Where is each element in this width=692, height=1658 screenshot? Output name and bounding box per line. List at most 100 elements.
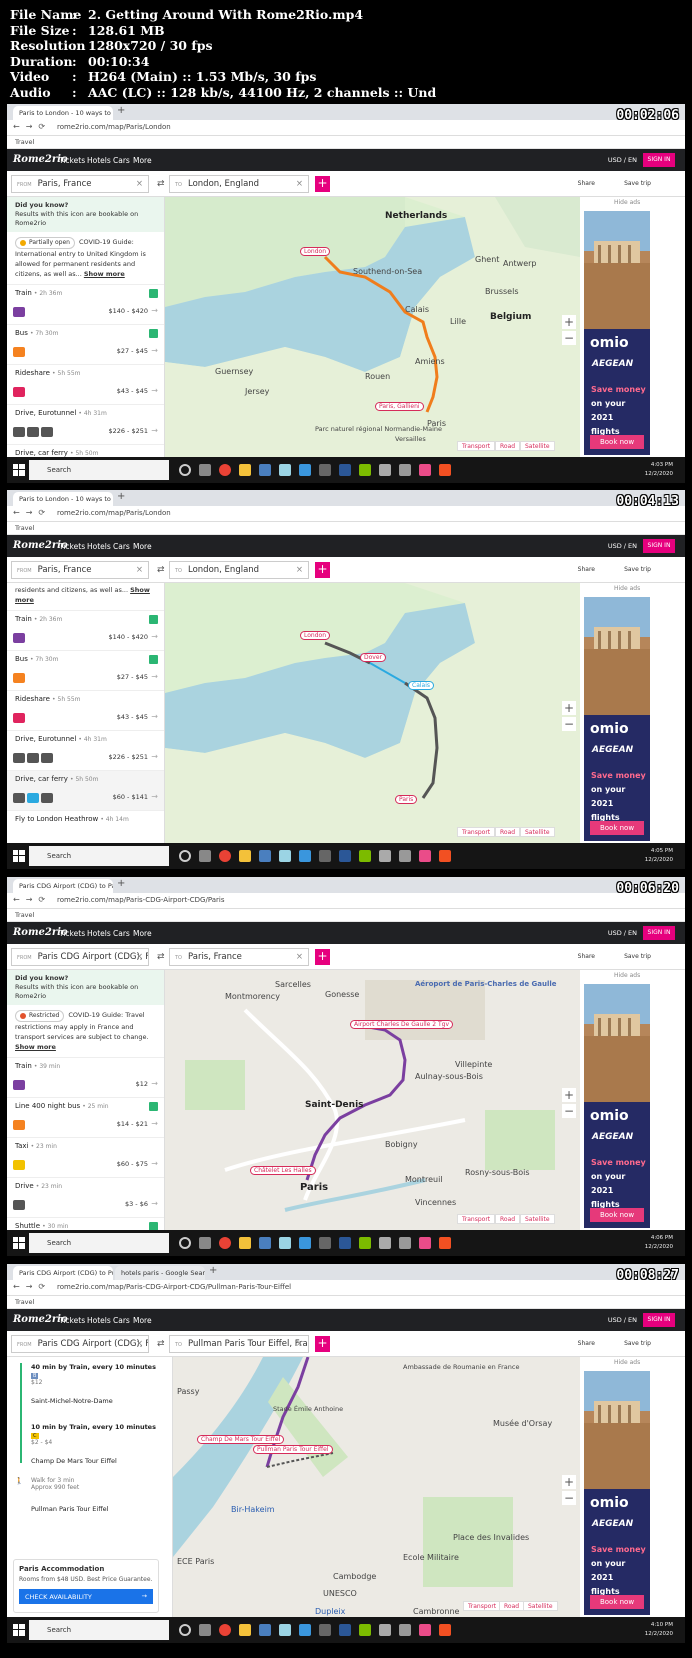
add-destination-button[interactable]: +	[315, 1336, 330, 1352]
save-trip-button[interactable]: Save trip	[624, 180, 651, 187]
show-more-link[interactable]: Show more	[84, 270, 125, 278]
to-input[interactable]: TO London, England ×	[169, 175, 309, 193]
windows-start-icon[interactable]	[13, 1624, 25, 1636]
route-option-train[interactable]: Train • 39 min $12 →	[7, 1058, 164, 1098]
taskbar-search[interactable]: Search	[29, 1233, 169, 1253]
map-pin[interactable]: Paris, Gallieni	[375, 402, 424, 411]
swap-icon[interactable]: ⇄	[157, 179, 165, 189]
zoom-in-button[interactable]: +	[562, 315, 576, 329]
nav-tickets[interactable]: Tickets	[59, 156, 85, 165]
from-input[interactable]: FROM Paris, France ×	[11, 561, 149, 579]
swap-icon[interactable]: ⇄	[157, 952, 165, 962]
save-trip-button[interactable]: Save trip	[624, 953, 651, 960]
route-option-ferry[interactable]: Drive, car ferry • 5h 50m	[7, 445, 164, 457]
word-icon[interactable]	[339, 464, 351, 476]
taskbar-search[interactable]: Search	[29, 846, 169, 866]
nav-more[interactable]: More	[133, 542, 152, 551]
app-icon[interactable]	[359, 464, 371, 476]
map-pin[interactable]: Airport Charles De Gaulle 2 Tgv	[350, 1020, 454, 1029]
app-icon[interactable]	[439, 850, 451, 862]
save-trip-button[interactable]: Save trip	[624, 1340, 651, 1347]
new-tab-icon[interactable]: +	[209, 1265, 217, 1276]
nav-cars[interactable]: Cars	[113, 1316, 130, 1325]
app-icon[interactable]	[319, 464, 331, 476]
book-now-button[interactable]: Book now	[590, 435, 644, 449]
add-destination-button[interactable]: +	[315, 176, 330, 192]
word-icon[interactable]	[339, 1237, 351, 1249]
book-now-button[interactable]: Book now	[590, 1208, 644, 1222]
map-layer-satellite[interactable]: Satellite	[520, 441, 555, 451]
app-icon[interactable]	[419, 850, 431, 862]
route-map[interactable]: Champ De Mars Tour Eiffel Pullman Paris …	[173, 1357, 580, 1617]
nav-tickets[interactable]: Tickets	[59, 1316, 85, 1325]
chrome-icon[interactable]	[219, 1624, 231, 1636]
book-now-button[interactable]: Book now	[590, 1595, 644, 1609]
address-bar[interactable]: ←→⟳ rome2rio.com/map/Paris-CDG-Airport-CD…	[7, 893, 685, 909]
map-layer-transport[interactable]: Transport	[463, 1601, 502, 1611]
address-bar[interactable]: ←→⟳ rome2rio.com/map/Paris/London	[7, 120, 685, 136]
browser-tab[interactable]: Paris CDG Airport (CDG) to Pulln...	[13, 1266, 113, 1280]
zoom-in-button[interactable]: +	[562, 701, 576, 715]
map-layer-transport[interactable]: Transport	[457, 441, 496, 451]
share-button[interactable]: Share	[578, 180, 595, 187]
app-icon[interactable]	[439, 464, 451, 476]
file-explorer-icon[interactable]	[239, 1237, 251, 1249]
app-icon[interactable]	[379, 850, 391, 862]
browser-tab[interactable]: Paris to London - 10 ways to tra...	[13, 492, 113, 506]
zoom-out-button[interactable]: −	[562, 331, 576, 345]
route-option-night-bus[interactable]: Line 400 night bus • 25 min $14 - $21 →	[7, 1098, 164, 1138]
map-layer-road[interactable]: Road	[495, 1214, 521, 1224]
windows-start-icon[interactable]	[13, 464, 25, 476]
signin-button[interactable]: SIGN IN	[643, 539, 675, 553]
app-icon[interactable]	[419, 1624, 431, 1636]
task-view-icon[interactable]	[199, 1624, 211, 1636]
cortana-icon[interactable]	[179, 1237, 191, 1249]
nav-more[interactable]: More	[133, 1316, 152, 1325]
route-step[interactable]: 40 min by Train, every 10 minutes B $12	[7, 1357, 172, 1397]
to-input[interactable]: TO London, England ×	[169, 561, 309, 579]
map-pin[interactable]: Paris	[395, 795, 418, 804]
route-option-eurotunnel[interactable]: Drive, Eurotunnel • 4h 31m $226 - $251 →	[7, 731, 164, 771]
route-option-taxi[interactable]: Taxi • 23 min $60 - $75 →	[7, 1138, 164, 1178]
swap-icon[interactable]: ⇄	[157, 565, 165, 575]
nav-tickets[interactable]: Tickets	[59, 929, 85, 938]
map-layer-satellite[interactable]: Satellite	[520, 1214, 555, 1224]
route-step[interactable]: 10 min by Train, every 10 minutes C $2 - $…	[7, 1417, 172, 1457]
advertisement[interactable]: Hide ads omio AEGEAN Save money on your 2…	[580, 1357, 685, 1617]
signin-button[interactable]: SIGN IN	[643, 1313, 675, 1327]
bookmark-travel[interactable]: Travel	[7, 522, 685, 535]
signin-button[interactable]: SIGN IN	[643, 926, 675, 940]
taskbar-search[interactable]: Search	[29, 1620, 169, 1640]
currency-selector[interactable]: USD / EN	[608, 542, 637, 550]
route-map[interactable]: London Dover Calais Paris + − Transport …	[165, 583, 580, 843]
address-bar[interactable]: ←→⟳ rome2rio.com/map/Paris/London	[7, 506, 685, 522]
file-explorer-icon[interactable]	[239, 1624, 251, 1636]
system-clock[interactable]: 4:10 PM 12/2/2020	[645, 1621, 673, 1639]
browser-tab[interactable]: Paris CDG Airport (CDG) to Pa...	[13, 879, 113, 893]
new-tab-icon[interactable]: +	[117, 878, 125, 889]
nav-hotels[interactable]: Hotels	[87, 1316, 111, 1325]
zoom-in-button[interactable]: +	[562, 1475, 576, 1489]
app-icon[interactable]	[379, 464, 391, 476]
share-button[interactable]: Share	[578, 1340, 595, 1347]
map-layer-satellite[interactable]: Satellite	[520, 827, 555, 837]
route-stop[interactable]: Saint-Michel-Notre-Dame	[7, 1397, 172, 1417]
app-icon[interactable]	[279, 1624, 291, 1636]
bookmark-travel[interactable]: Travel	[7, 1296, 685, 1309]
hide-ads-link[interactable]: Hide ads	[614, 1359, 640, 1366]
task-view-icon[interactable]	[199, 850, 211, 862]
zoom-out-button[interactable]: −	[562, 1491, 576, 1505]
nav-hotels[interactable]: Hotels	[87, 156, 111, 165]
nav-cars[interactable]: Cars	[113, 542, 130, 551]
chrome-icon[interactable]	[219, 1237, 231, 1249]
app-icon[interactable]	[279, 464, 291, 476]
app-icon[interactable]	[379, 1624, 391, 1636]
from-input[interactable]: FROM Paris CDG Airport (CDG), Fr... ×	[11, 948, 149, 966]
advertisement[interactable]: Hide ads omio AEGEAN Save money on your 2…	[580, 970, 685, 1230]
address-bar[interactable]: ←→⟳ rome2rio.com/map/Paris-CDG-Airport-CD…	[7, 1280, 685, 1296]
app-icon[interactable]	[319, 1237, 331, 1249]
to-input[interactable]: TO Pullman Paris Tour Eiffel, Fra... ×	[169, 1335, 309, 1353]
route-destination[interactable]: Pullman Paris Tour Eiffel	[7, 1505, 172, 1525]
app-icon[interactable]	[259, 850, 271, 862]
app-icon[interactable]	[359, 1237, 371, 1249]
